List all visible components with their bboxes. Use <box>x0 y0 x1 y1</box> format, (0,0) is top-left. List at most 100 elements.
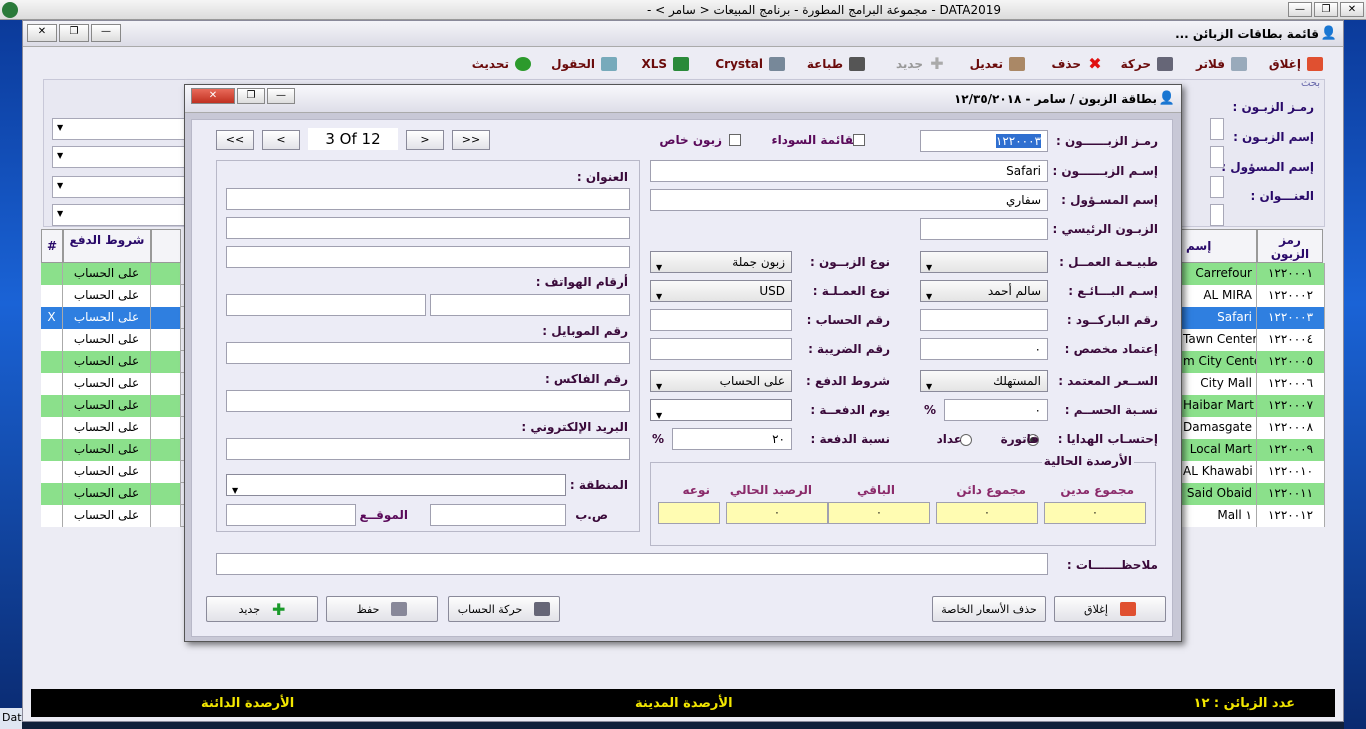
current-balance-label: الرصيد الحالي <box>729 483 812 497</box>
notes-field[interactable] <box>216 553 1048 575</box>
toolbar-delete[interactable]: ✖ حذف <box>1051 55 1103 73</box>
search-filter-dropdown-4[interactable] <box>52 204 188 226</box>
search-title: بحث <box>1300 78 1320 89</box>
save-icon <box>391 602 408 616</box>
mobile-field[interactable] <box>226 342 630 364</box>
close-icon <box>1307 57 1323 71</box>
barcode-field[interactable] <box>920 309 1048 331</box>
payment-terms-dropdown[interactable]: ▼ على الحساب <box>650 370 792 392</box>
payment-day-dropdown[interactable]: ▼ <box>650 399 792 421</box>
minimize-button[interactable]: — <box>1288 2 1312 17</box>
close-button[interactable]: ✕ <box>1340 2 1364 17</box>
toolbar-fields[interactable]: الحقول <box>551 55 617 73</box>
customer-card-dialog: ✕ ❐ — 👤 بطاقة الزبون / سامر - ١٢/٣٥/٢٠١٨… <box>184 84 1182 642</box>
grid-header-code[interactable]: رمز الزبون <box>1257 229 1323 263</box>
restore-button[interactable]: ❐ <box>1314 2 1338 17</box>
toolbar-close[interactable]: إغلاق <box>1269 55 1323 73</box>
price-dropdown[interactable]: ▼ المستهلك <box>920 370 1048 392</box>
search-name-input[interactable] <box>1210 146 1224 168</box>
dialog-minimize-button[interactable]: — <box>267 88 295 104</box>
seller-dropdown[interactable]: ▼ سالم أحمد <box>920 280 1048 302</box>
app-title: DATA2019 - مجموعة البرامج المطورة - برنا… <box>646 3 1001 17</box>
toolbar-movement[interactable]: حركة <box>1121 55 1173 73</box>
search-filter-dropdown-2[interactable] <box>52 146 188 168</box>
pobox-field[interactable] <box>430 504 566 526</box>
nav-last-button[interactable]: >> <box>452 130 490 150</box>
search-manager-label: إسم المسؤول : <box>1221 160 1314 174</box>
grid-header-terms[interactable]: شروط الدفع <box>63 229 151 263</box>
toolbar-xls[interactable]: XLS <box>641 55 689 73</box>
fields-icon <box>601 57 617 71</box>
currency-dropdown[interactable]: ▼ USD <box>650 280 792 302</box>
search-filter-dropdown-3[interactable] <box>52 176 188 198</box>
credit-total-value: ٠ <box>936 502 1038 524</box>
barcode-label: رقم الباركــود : <box>1066 313 1158 327</box>
row-mark <box>41 395 63 417</box>
row-code: ١٢٢٠٠١١ <box>1257 483 1325 505</box>
search-name-label: إسم الزبـون : <box>1233 130 1314 144</box>
printer-icon <box>849 57 865 71</box>
phone-field-2[interactable] <box>226 294 426 316</box>
address-line-2[interactable] <box>226 217 630 239</box>
credit-limit-field[interactable]: ٠ <box>920 338 1048 360</box>
chevron-down-icon: ▼ <box>656 411 663 420</box>
row-code: ١٢٢٠٠٠٢ <box>1257 285 1325 307</box>
special-customer-checkbox[interactable] <box>729 134 741 146</box>
search-code-input[interactable] <box>1210 118 1224 140</box>
search-filter-dropdown-1[interactable] <box>52 118 188 140</box>
name-field[interactable]: Safari <box>650 160 1048 182</box>
tax-number-field[interactable] <box>650 338 792 360</box>
taskbar-item[interactable]: Dat <box>0 708 22 729</box>
address-line-3[interactable] <box>226 246 630 268</box>
nav-first-button[interactable]: << <box>216 130 254 150</box>
row-terms: على الحساب <box>63 395 151 417</box>
dialog-close-btn[interactable]: إغلاق <box>1054 596 1166 622</box>
search-manager-input[interactable] <box>1210 176 1224 198</box>
main-customer-field[interactable] <box>920 218 1048 240</box>
grid-header-hash[interactable]: # <box>41 229 63 263</box>
address-line-1[interactable] <box>226 188 630 210</box>
child-restore-button[interactable]: ❐ <box>59 24 89 42</box>
save-button[interactable]: حفظ <box>326 596 438 622</box>
account-movement-button[interactable]: حركة الحساب <box>448 596 560 622</box>
phone-field-1[interactable] <box>430 294 630 316</box>
row-spacer <box>151 329 181 351</box>
toolbar-refresh[interactable]: تحديث <box>472 55 531 73</box>
account-number-field[interactable] <box>650 309 792 331</box>
blacklist-checkbox[interactable] <box>853 134 865 146</box>
credit-limit-label: إعتماد مخصص : <box>1064 342 1158 356</box>
dialog-close-button[interactable]: ✕ <box>191 88 235 104</box>
search-address-input[interactable] <box>1210 204 1224 226</box>
location-field[interactable] <box>226 504 356 526</box>
customer-type-dropdown[interactable]: ▼ زبون جملة <box>650 251 792 273</box>
work-nature-dropdown[interactable]: ▼ <box>920 251 1048 273</box>
fax-field[interactable] <box>226 390 630 412</box>
toolbar-new[interactable]: ✚ جديد <box>896 55 945 73</box>
payment-rate-field[interactable]: ٢٠ <box>672 428 792 450</box>
email-field[interactable] <box>226 438 630 460</box>
manager-label: إسم المسـؤول : <box>1061 193 1158 207</box>
region-dropdown[interactable]: ▼ <box>226 474 566 496</box>
delete-special-prices-button[interactable]: حذف الأسعار الخاصة <box>932 596 1046 622</box>
child-minimize-button[interactable]: — <box>91 24 121 42</box>
new-button[interactable]: ✚ جديد <box>206 596 318 622</box>
nav-next-button[interactable]: > <box>406 130 444 150</box>
manager-field[interactable]: سفاري <box>650 189 1048 211</box>
dialog-restore-button[interactable]: ❐ <box>237 88 265 104</box>
code-field[interactable]: ١٢٢٠٠٠٣ <box>920 130 1048 152</box>
row-spacer <box>151 263 181 285</box>
discount-field[interactable]: ٠ <box>944 399 1048 421</box>
row-mark <box>41 373 63 395</box>
plus-icon: ✚ <box>272 599 286 619</box>
credit-total-label: مجموع دائن <box>956 483 1026 497</box>
toolbar-edit[interactable]: تعديل <box>970 55 1025 73</box>
toolbar-crystal[interactable]: Crystal <box>715 55 785 73</box>
toolbar-filters[interactable]: فلاتر <box>1196 55 1247 73</box>
code-label: رمـز الزبــــــون : <box>1055 134 1158 148</box>
nav-prev-button[interactable]: < <box>262 130 300 150</box>
toolbar-print[interactable]: طباعة <box>807 55 865 73</box>
refresh-icon <box>515 57 531 71</box>
child-close-button[interactable]: ✕ <box>27 24 57 42</box>
dialog-body: << < 3 Of 12 > >> زبون خاص القائمة السود… <box>191 119 1173 637</box>
grid-header-name[interactable]: إسم <box>1179 229 1257 263</box>
